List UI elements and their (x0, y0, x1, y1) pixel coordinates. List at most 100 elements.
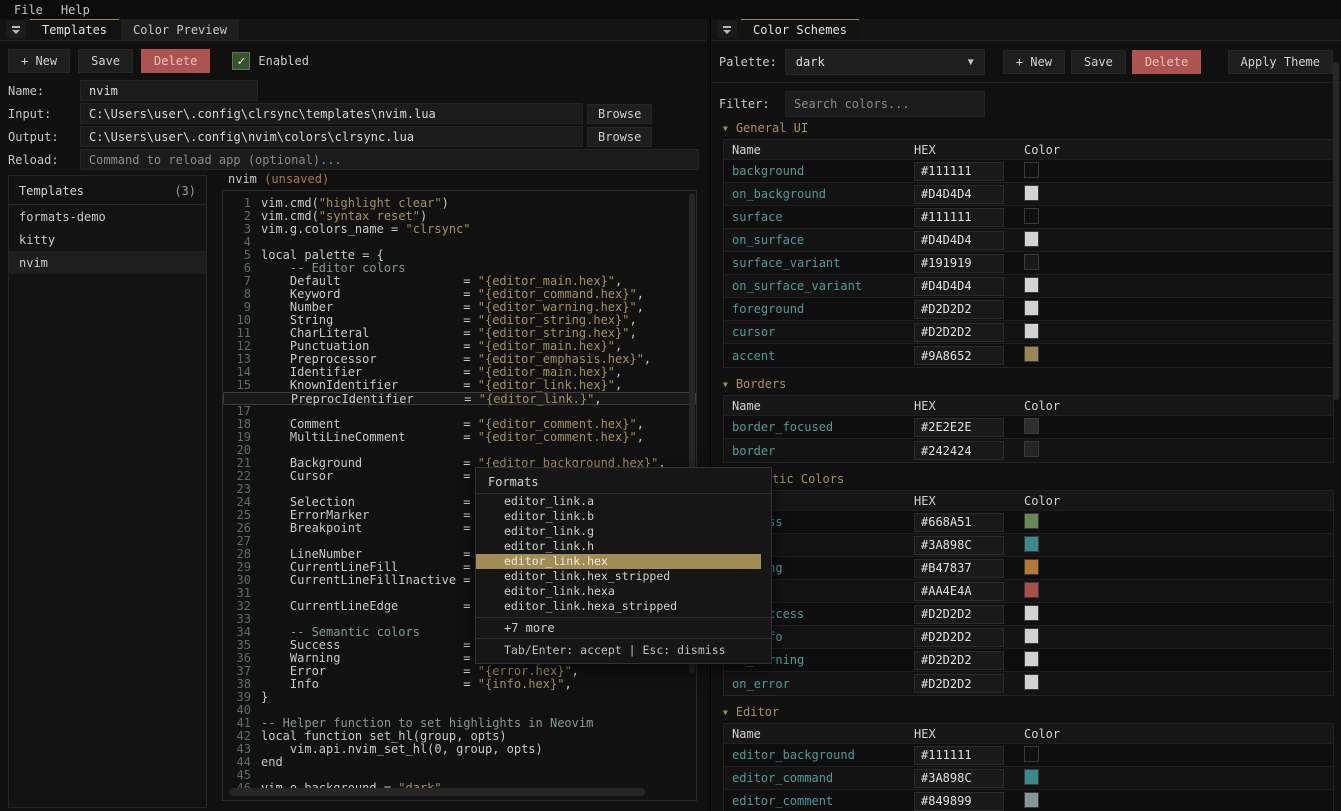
color-swatch[interactable] (1024, 559, 1039, 575)
menu-file[interactable]: File (14, 3, 43, 17)
popup-more-item[interactable]: +7 more (476, 617, 771, 638)
hex-input[interactable]: #191919 (914, 254, 1004, 273)
template-list-item[interactable]: formats-demo (9, 205, 206, 228)
color-swatch[interactable] (1024, 231, 1039, 247)
popup-format-item[interactable]: editor_link.hex (476, 554, 761, 569)
popup-format-item[interactable]: editor_link.hex_stripped (476, 569, 771, 584)
apply-theme-button[interactable]: Apply Theme (1228, 50, 1333, 74)
color-swatch[interactable] (1024, 441, 1039, 457)
collapse-panel-icon[interactable] (717, 21, 737, 38)
color-swatch[interactable] (1024, 769, 1039, 785)
color-swatch[interactable] (1024, 792, 1039, 808)
code-line[interactable]: 19 MultiLineComment = "{editor_comment.h… (223, 431, 696, 444)
hex-input[interactable]: #111111 (914, 208, 1004, 227)
name-input[interactable]: nvim (80, 80, 258, 101)
editor-horizontal-scrollbar[interactable] (229, 788, 645, 796)
current-code-line[interactable]: 16 PreprocIdentifier = "{editor_link.}", (223, 392, 696, 405)
hex-input[interactable]: #111111 (914, 162, 1004, 181)
color-swatch[interactable] (1024, 536, 1039, 552)
hex-cell: #B47837 (914, 559, 1020, 578)
color-swatch[interactable] (1024, 628, 1039, 644)
color-cell (1020, 208, 1039, 227)
output-path-field[interactable]: C:\Users\user\.config\nvim\colors\clrsyn… (80, 126, 583, 147)
reload-command-field[interactable]: Command to reload app (optional)... (80, 149, 699, 170)
enabled-checkbox[interactable]: ✓ (232, 52, 250, 70)
code-line[interactable]: 15 KnownIdentifier = "{editor_link.hex}"… (223, 379, 696, 392)
hex-input[interactable]: #D4D4D4 (914, 231, 1004, 250)
hex-input[interactable]: #D2D2D2 (914, 323, 1004, 342)
new-template-button[interactable]: + New (8, 49, 70, 73)
code-line[interactable]: 43 vim.api.nvim_set_hl(0, group, opts) (223, 743, 696, 756)
save-template-button[interactable]: Save (78, 49, 133, 73)
color-swatch[interactable] (1024, 162, 1039, 178)
code-line[interactable]: 39} (223, 691, 696, 704)
color-swatch[interactable] (1024, 346, 1039, 362)
color-swatch[interactable] (1024, 277, 1039, 293)
color-swatch[interactable] (1024, 513, 1039, 529)
section-header[interactable]: ▼Borders (711, 372, 1341, 395)
hex-input[interactable]: #849899 (914, 792, 1004, 811)
color-search-input[interactable]: Search colors... (785, 91, 985, 117)
popup-format-item[interactable]: editor_link.hexa_stripped (476, 599, 771, 614)
color-swatch[interactable] (1024, 582, 1039, 598)
hex-input[interactable]: #D4D4D4 (914, 277, 1004, 296)
hex-input[interactable]: #D2D2D2 (914, 605, 1004, 624)
template-list-item[interactable]: nvim (9, 251, 206, 274)
hex-input[interactable]: #D2D2D2 (914, 651, 1004, 670)
popup-format-item[interactable]: editor_link.b (476, 509, 771, 524)
template-list-item[interactable]: kitty (9, 228, 206, 251)
color-swatch[interactable] (1024, 185, 1039, 201)
hex-input[interactable]: #9A8652 (914, 346, 1004, 365)
color-swatch[interactable] (1024, 746, 1039, 762)
code-token: ) (420, 209, 427, 223)
input-path-field[interactable]: C:\Users\user\.config\clrsync\templates\… (80, 103, 583, 124)
section-header[interactable]: ▼Semantic Colors (711, 467, 1341, 490)
hex-input[interactable]: #D4D4D4 (914, 185, 1004, 204)
editor-title: nvim (unsaved) (228, 172, 329, 186)
tab-color-preview[interactable]: Color Preview (121, 19, 239, 40)
hex-input[interactable]: #3A898C (914, 536, 1004, 555)
color-swatch[interactable] (1024, 605, 1039, 621)
color-row: accent#9A8652 (724, 344, 1333, 367)
popup-format-item[interactable]: editor_link.g (476, 524, 771, 539)
hex-input[interactable]: #668A51 (914, 513, 1004, 532)
tab-templates[interactable]: Templates (30, 19, 119, 40)
section-header[interactable]: ▼General UI (711, 116, 1341, 139)
popup-format-item[interactable]: editor_link.h (476, 539, 771, 554)
collapse-panel-icon[interactable] (6, 21, 26, 38)
delete-palette-button[interactable]: Delete (1132, 50, 1201, 74)
code-line[interactable]: 3vim.g.colors_name = "clrsync" (223, 223, 696, 236)
menu-help[interactable]: Help (61, 3, 90, 17)
hex-input[interactable]: #AA4E4A (914, 582, 1004, 601)
code-line[interactable]: 44end (223, 756, 696, 769)
section-header[interactable]: ▼Editor (711, 700, 1341, 723)
delete-template-button[interactable]: Delete (141, 49, 210, 73)
hex-input[interactable]: #D2D2D2 (914, 674, 1004, 693)
new-palette-button[interactable]: + New (1003, 50, 1065, 74)
popup-format-item[interactable]: editor_link.a (476, 494, 771, 509)
hex-input[interactable]: #242424 (914, 441, 1004, 460)
save-palette-button[interactable]: Save (1071, 50, 1126, 74)
hex-input[interactable]: #111111 (914, 746, 1004, 765)
color-swatch[interactable] (1024, 418, 1039, 434)
code-text (251, 236, 261, 249)
popup-format-item[interactable]: editor_link.hexa (476, 584, 771, 599)
color-swatch[interactable] (1024, 674, 1039, 690)
output-browse-button[interactable]: Browse (587, 127, 652, 147)
tab-color-schemes[interactable]: Color Schemes (741, 19, 859, 40)
color-swatch[interactable] (1024, 651, 1039, 667)
hex-input[interactable]: #B47837 (914, 559, 1004, 578)
color-swatch[interactable] (1024, 254, 1039, 270)
input-browse-button[interactable]: Browse (587, 104, 652, 124)
hex-input[interactable]: #D2D2D2 (914, 300, 1004, 319)
palette-select[interactable]: dark ▼ (785, 49, 985, 75)
color-swatch[interactable] (1024, 208, 1039, 224)
hex-input[interactable]: #3A898C (914, 769, 1004, 788)
color-swatch[interactable] (1024, 323, 1039, 339)
panel-scrollbar[interactable] (1333, 62, 1339, 400)
hex-input[interactable]: #D2D2D2 (914, 628, 1004, 647)
color-swatch[interactable] (1024, 300, 1039, 316)
color-cell (1020, 605, 1039, 624)
code-line[interactable]: 38 Info = "{info.hex}", (223, 678, 696, 691)
hex-input[interactable]: #2E2E2E (914, 418, 1004, 437)
